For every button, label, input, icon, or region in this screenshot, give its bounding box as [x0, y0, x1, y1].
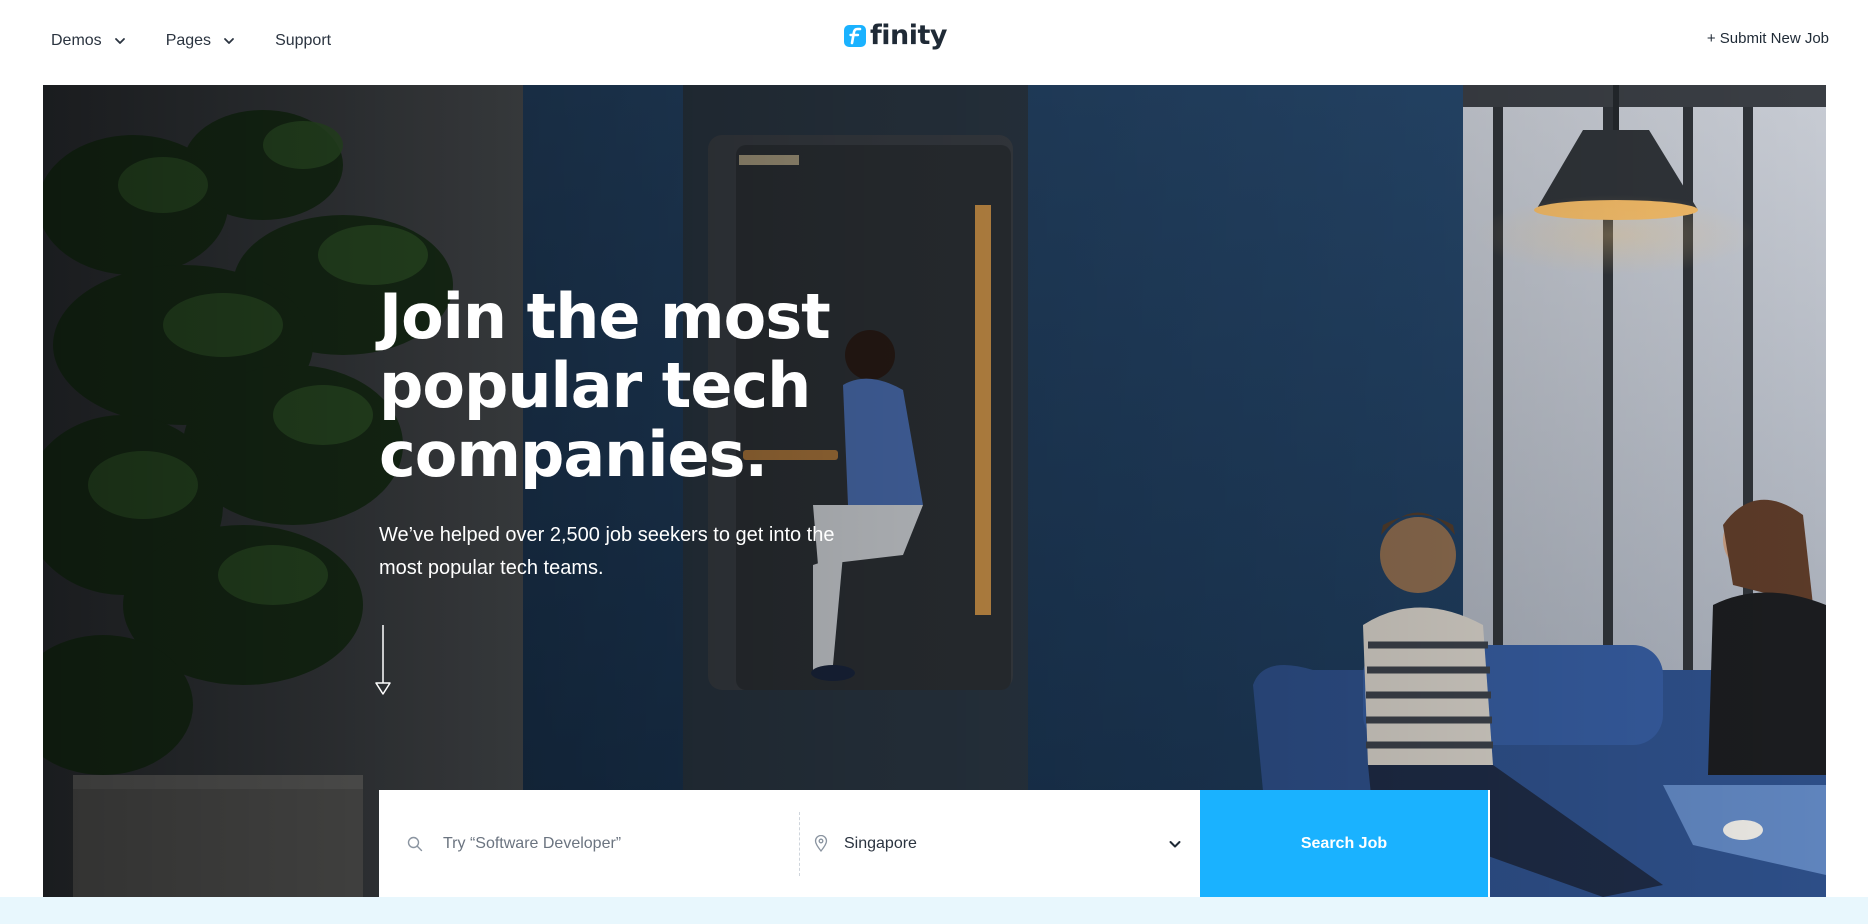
nav-item-label: Pages: [165, 32, 212, 49]
nav-item-label: Support: [275, 32, 332, 49]
nav-item-support[interactable]: Support: [275, 30, 331, 52]
hero-subtitle: We’ve helped over 2,500 job seekers to g…: [379, 524, 835, 579]
job-search-bar: Singapore Search Job: [379, 790, 1490, 897]
hero-section: Join the most popular tech companies. We…: [43, 85, 1826, 897]
logo-text: finity: [870, 20, 948, 51]
location-select[interactable]: Singapore: [800, 790, 1200, 897]
nav-item-pages[interactable]: Pages: [166, 30, 235, 52]
nav-item-demos[interactable]: Demos: [51, 30, 126, 52]
page-bottom-strip: [0, 897, 1868, 924]
location-value: Singapore: [844, 834, 917, 852]
submit-new-job-link[interactable]: + Submit New Job: [1707, 30, 1829, 47]
site-header: Demos Pages Support finity + Submit New …: [0, 0, 1868, 85]
hero-background-image: [43, 85, 1826, 897]
keyword-field: [379, 790, 799, 897]
main-nav: Demos Pages Support: [51, 30, 371, 52]
logo-mark-icon: [844, 25, 866, 47]
search-job-button[interactable]: Search Job: [1200, 790, 1488, 897]
chevron-down-icon: [114, 38, 125, 44]
chevron-down-icon: [1169, 840, 1181, 847]
map-pin-icon: [814, 835, 828, 852]
search-icon: [407, 836, 423, 851]
hero-title: Join the most popular tech companies.: [379, 280, 831, 491]
site-logo[interactable]: finity: [843, 19, 948, 53]
chevron-down-icon: [224, 38, 234, 44]
keyword-input[interactable]: [441, 833, 771, 854]
arrow-down-icon[interactable]: [373, 625, 393, 695]
nav-item-label: Demos: [51, 32, 102, 49]
